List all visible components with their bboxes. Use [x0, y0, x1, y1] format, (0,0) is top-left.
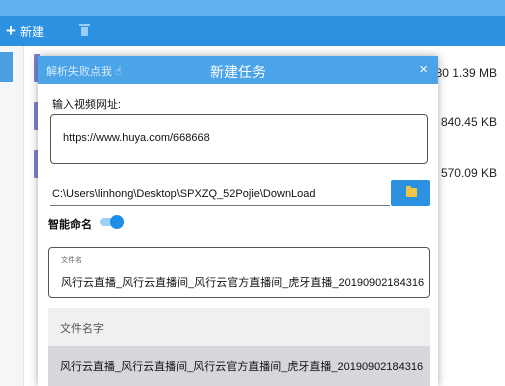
save-path-field[interactable]: C:\Users\linhong\Desktop\SPXZQ_52Pojie\D…	[52, 188, 316, 200]
new-task-button[interactable]: + 新建	[6, 22, 44, 40]
url-label: 输入视频网址:	[52, 99, 122, 111]
dropdown-header: 文件名字	[60, 323, 104, 335]
new-task-dialog: 解析失败点我 ☝ 新建任务 × 输入视频网址: https://www.huya…	[38, 56, 438, 386]
file-name-caption: 文件名	[61, 257, 82, 264]
url-input[interactable]: https://www.huya.com/668668	[50, 114, 428, 164]
toolbar: + 新建	[0, 16, 505, 46]
dropdown-option-label: 风行云直播_风行云直播间_风行云官方直播间_虎牙直播_2019090218431…	[60, 361, 424, 373]
browse-folder-button[interactable]	[391, 180, 430, 206]
window-top-strip	[0, 0, 505, 16]
plus-icon: +	[6, 21, 16, 40]
save-path-underline	[50, 205, 390, 206]
trash-icon[interactable]	[79, 24, 90, 36]
toggle-knob	[110, 215, 124, 229]
smart-naming-label: 智能命名	[48, 219, 92, 231]
row-size: :30 1.39 MB	[432, 66, 497, 80]
file-name-dropdown: 文件名字 风行云直播_风行云直播间_风行云官方直播间_虎牙直播_20190902…	[48, 308, 430, 386]
folder-icon	[406, 186, 417, 197]
sidebar-selected-item[interactable]	[0, 52, 13, 82]
dropdown-option[interactable]: 风行云直播_风行云直播间_风行云官方直播间_虎牙直播_2019090218431…	[48, 346, 430, 386]
smart-naming-toggle[interactable]	[100, 215, 124, 229]
new-task-label: 新建	[19, 24, 44, 39]
file-name-combobox[interactable]: 文件名 风行云直播_风行云直播间_风行云官方直播间_虎牙直播_201909021…	[48, 247, 430, 298]
sidebar	[0, 46, 24, 386]
file-name-value: 风行云直播_风行云直播间_风行云官方直播间_虎牙直播_2019090218431…	[61, 277, 425, 289]
url-input-value: https://www.huya.com/668668	[63, 132, 210, 144]
dialog-title: 新建任务	[210, 64, 266, 80]
close-icon[interactable]: ×	[419, 61, 428, 78]
dialog-header: 解析失败点我 ☝ 新建任务 ×	[38, 56, 438, 84]
